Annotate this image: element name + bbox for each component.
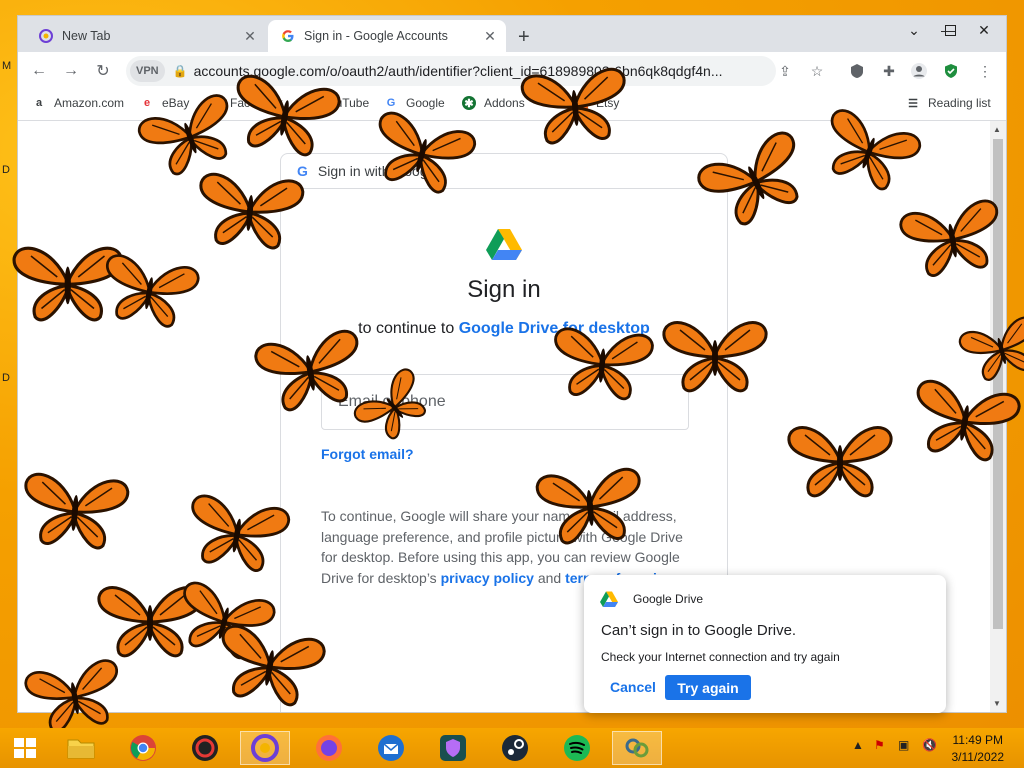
close-tab-icon[interactable]: ✕ — [240, 28, 260, 45]
spotify-button[interactable] — [552, 731, 602, 765]
reload-button[interactable]: ↻ — [92, 60, 114, 82]
and-text: and — [537, 569, 562, 586]
notification-title: Can’t sign in to Google Drive. — [601, 622, 797, 639]
brave-icon — [192, 735, 218, 761]
notification-app-name: Google Drive — [633, 592, 704, 606]
google-g-icon — [280, 28, 296, 44]
reading-list-label: Reading list — [928, 96, 991, 110]
butterfly-icon — [208, 611, 332, 719]
reading-list-button[interactable]: ☰ Reading list — [906, 96, 991, 110]
bookmark-amazon[interactable]: a Amazon.com — [32, 96, 124, 110]
browser-toolbar: ← → ↻ VPN 🔒 accounts.google.com/o/oauth2… — [18, 52, 1006, 90]
desktop-edge-label: M — [2, 60, 12, 72]
browser-logo-icon — [251, 734, 279, 762]
browser-button[interactable] — [240, 731, 290, 765]
taskbar: ▲ ⚑ ▣ 🔇 11:49 PM 3/11/2022 — [0, 728, 1024, 768]
scroll-down-arrow-icon[interactable]: ▼ — [993, 699, 1001, 708]
clock-date: 3/11/2022 — [951, 750, 1005, 764]
butterfly-icon — [893, 187, 1011, 289]
butterfly-icon — [785, 415, 895, 505]
file-explorer-button[interactable] — [56, 731, 106, 765]
adblock-extension-icon[interactable] — [846, 60, 868, 82]
windows-logo-icon — [14, 738, 36, 758]
butterfly-icon — [903, 366, 1024, 474]
chrome-button[interactable] — [118, 731, 168, 765]
thunderbird-icon — [378, 735, 404, 761]
tab-strip: New Tab ✕ Sign in - Google Accounts ✕ + … — [18, 16, 1006, 52]
new-tab-button[interactable]: + — [518, 26, 530, 49]
google-drive-logo-icon — [486, 228, 522, 265]
address-bar[interactable]: VPN 🔒 accounts.google.com/o/oauth2/auth/… — [126, 56, 776, 86]
close-window-button[interactable]: ✕ — [968, 16, 1000, 44]
browser-logo-icon — [38, 28, 54, 44]
network-icon[interactable]: ▣ — [898, 738, 909, 752]
sign-in-title: Sign in — [467, 276, 541, 303]
back-button[interactable]: ← — [28, 60, 50, 82]
green-shield-extension-icon[interactable] — [940, 60, 962, 82]
notification-app-row: Google Drive — [600, 591, 703, 607]
volume-muted-icon[interactable]: 🔇 — [922, 738, 937, 752]
tab-title: New Tab — [62, 29, 111, 43]
butterfly-icon — [191, 160, 308, 259]
steam-button[interactable] — [490, 731, 540, 765]
butterfly-icon — [516, 55, 633, 154]
butterfly-icon — [546, 316, 658, 410]
addons-icon: ✱ — [462, 96, 476, 110]
cancel-button[interactable]: Cancel — [610, 679, 656, 695]
vpn-shield-icon — [440, 735, 466, 761]
vpn-button[interactable]: VPN — [130, 60, 165, 82]
butterfly-icon — [16, 460, 133, 559]
bookmark-label: Amazon.com — [54, 96, 125, 110]
thunderbird-button[interactable] — [366, 731, 416, 765]
google-drive-logo-icon — [600, 591, 618, 607]
butterfly-icon — [178, 482, 296, 584]
firefox-button[interactable] — [304, 731, 354, 765]
butterfly-icon — [223, 61, 347, 169]
chain-app-icon — [625, 738, 649, 758]
tray-overflow-chevron-icon[interactable]: ▲ — [852, 738, 864, 752]
chrome-icon — [130, 735, 156, 761]
clock-time: 11:49 PM — [952, 733, 1003, 747]
start-button[interactable] — [0, 731, 50, 765]
profile-icon[interactable] — [908, 60, 930, 82]
bookmark-star-icon[interactable]: ☆ — [806, 60, 828, 82]
privacy-policy-link[interactable]: privacy policy — [441, 570, 534, 586]
butterfly-icon — [531, 455, 648, 554]
desktop-edge-label: D — [2, 164, 10, 176]
google-drive-notification: Google Drive Can’t sign in to Google Dri… — [584, 575, 946, 713]
forward-button[interactable]: → — [60, 60, 82, 82]
desktop-edge-label: D — [2, 372, 10, 384]
lock-icon[interactable]: 🔒 — [173, 64, 188, 78]
file-explorer-icon — [67, 739, 95, 759]
spotify-icon — [564, 735, 590, 761]
vpn-shield-button[interactable] — [428, 731, 478, 765]
tab-new-tab[interactable]: New Tab ✕ — [26, 20, 266, 52]
tab-title: Sign in - Google Accounts — [304, 29, 448, 43]
sign-in-with-google-header: G Sign in with Google — [280, 153, 728, 189]
menu-kebab-icon[interactable]: ⋮ — [974, 60, 996, 82]
maximize-button[interactable] — [934, 16, 966, 44]
butterfly-icon — [660, 310, 770, 400]
brave-button[interactable] — [180, 731, 230, 765]
firefox-icon — [316, 735, 342, 761]
close-tab-icon[interactable]: ✕ — [480, 28, 500, 45]
scroll-up-arrow-icon[interactable]: ▲ — [993, 125, 1001, 134]
forgot-email-link[interactable]: Forgot email? — [321, 446, 414, 462]
chevron-down-icon[interactable]: ⌄ — [898, 16, 930, 44]
bookmark-addons[interactable]: ✱ Addons — [462, 96, 525, 110]
subtitle-prefix: to continue to — [358, 320, 455, 337]
system-clock[interactable]: 11:49 PM 3/11/2022 — [952, 732, 1005, 766]
try-again-button[interactable]: Try again — [665, 675, 751, 700]
butterfly-icon — [94, 242, 206, 339]
action-center-flag-icon[interactable]: ⚑ — [874, 738, 885, 752]
notification-body: Check your Internet connection and try a… — [601, 650, 840, 664]
reading-list-icon: ☰ — [908, 97, 918, 110]
chain-app-button[interactable] — [612, 731, 662, 765]
share-icon[interactable]: ⇪ — [774, 60, 796, 82]
amazon-icon: a — [35, 97, 43, 109]
tab-sign-in[interactable]: Sign in - Google Accounts ✕ — [268, 20, 506, 52]
steam-icon — [502, 735, 528, 761]
extensions-puzzle-icon[interactable]: ✚ — [878, 60, 900, 82]
